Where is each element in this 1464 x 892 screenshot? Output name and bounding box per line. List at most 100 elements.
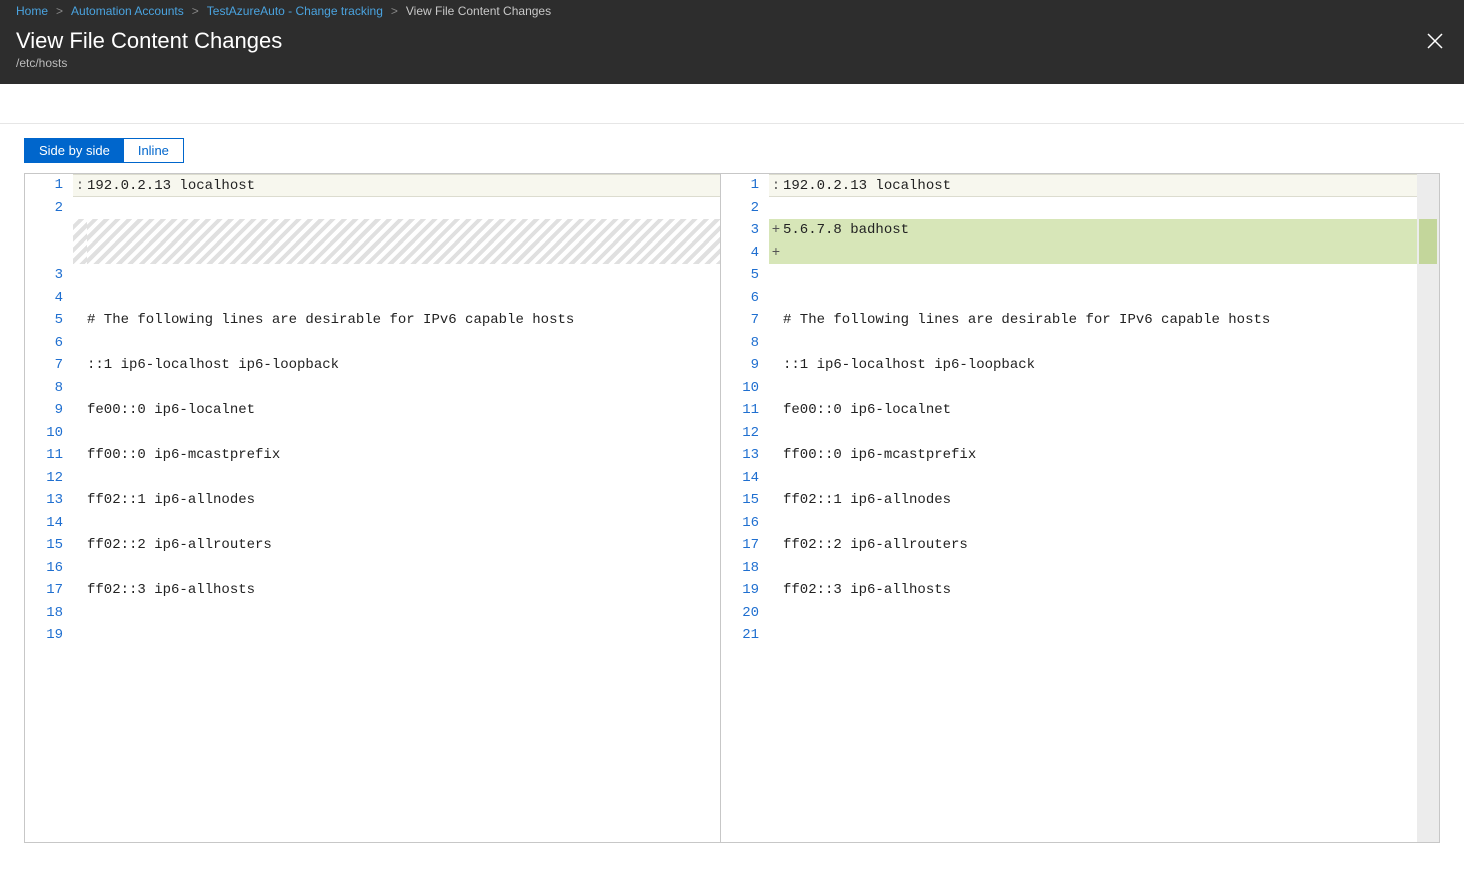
breadcrumb-link-automation[interactable]: Automation Accounts	[71, 4, 184, 18]
diff-row-right: 6	[721, 287, 1417, 310]
diff-row-left: 17ff02::3 ip6-allhosts	[25, 579, 720, 602]
line-number	[25, 242, 73, 265]
diff-row-left: 18	[25, 602, 720, 625]
diff-row-left: 12	[25, 467, 720, 490]
diff-marker: +	[769, 219, 783, 242]
line-number: 1	[25, 174, 73, 197]
diff-marker	[769, 512, 783, 535]
diff-row-right: 14	[721, 467, 1417, 490]
diff-marker: +	[769, 242, 783, 265]
code-text	[783, 197, 1417, 220]
code-text	[783, 557, 1417, 580]
line-number: 5	[25, 309, 73, 332]
diff-row-left: 7::1 ip6-localhost ip6-loopback	[25, 354, 720, 377]
page-title: View File Content Changes	[16, 28, 282, 54]
toggle-inline[interactable]: Inline	[124, 139, 183, 162]
code-text: 192.0.2.13 localhost	[87, 174, 720, 197]
line-number: 7	[721, 309, 769, 332]
line-number: 4	[25, 287, 73, 310]
line-number: 7	[25, 354, 73, 377]
title-bar: View File Content Changes /etc/hosts	[0, 22, 1464, 84]
line-number	[25, 219, 73, 242]
diff-row-left	[25, 242, 720, 265]
line-number: 18	[721, 557, 769, 580]
diff-marker	[769, 354, 783, 377]
code-text: ff00::0 ip6-mcastprefix	[783, 444, 1417, 467]
code-text: ff02::1 ip6-allnodes	[87, 489, 720, 512]
diff-row-left: 13 ff02::1 ip6-allnodes	[25, 489, 720, 512]
line-number: 11	[721, 399, 769, 422]
diff-marker	[769, 489, 783, 512]
close-icon[interactable]	[1422, 28, 1448, 58]
line-number: 12	[721, 422, 769, 445]
diff-marker	[73, 624, 87, 647]
diff-marker	[73, 264, 87, 287]
line-number: 16	[721, 512, 769, 535]
diff-row-right: 11fe00::0 ip6-localnet	[721, 399, 1417, 422]
code-text: ff02::3 ip6-allhosts	[87, 579, 720, 602]
diff-marker	[73, 287, 87, 310]
code-text	[783, 624, 1417, 647]
line-number: 6	[25, 332, 73, 355]
diff-row-right: 17ff02::2 ip6-allrouters	[721, 534, 1417, 557]
breadcrumb-sep: >	[391, 4, 398, 18]
code-text	[87, 197, 720, 220]
code-text: ff02::3 ip6-allhosts	[783, 579, 1417, 602]
diff-row-left: 5# The following lines are desirable for…	[25, 309, 720, 332]
diff-marker	[73, 489, 87, 512]
diff-row-left: 2	[25, 197, 720, 220]
diff-marker	[769, 264, 783, 287]
diff-row-right: 5	[721, 264, 1417, 287]
diff-row-right: 9::1 ip6-localhost ip6-loopback	[721, 354, 1417, 377]
code-text	[783, 467, 1417, 490]
diff-marker	[73, 444, 87, 467]
diff-marker	[769, 624, 783, 647]
diff-row-right: 1:192.0.2.13 localhost	[721, 174, 1417, 197]
line-number: 13	[25, 489, 73, 512]
diff-row-right: 12	[721, 422, 1417, 445]
diff-marker	[769, 557, 783, 580]
line-number: 21	[721, 624, 769, 647]
diff-row-right: 10	[721, 377, 1417, 400]
diff-marker	[73, 602, 87, 625]
code-text: ff00::0 ip6-mcastprefix	[87, 444, 720, 467]
breadcrumb-link-home[interactable]: Home	[16, 4, 48, 18]
code-text	[783, 242, 1417, 265]
diff-marker	[769, 377, 783, 400]
diff-marker	[769, 422, 783, 445]
diff-row-right: 15ff02::1 ip6-allnodes	[721, 489, 1417, 512]
line-number: 8	[721, 332, 769, 355]
line-number: 20	[721, 602, 769, 625]
line-number: 6	[721, 287, 769, 310]
diff-marker	[769, 309, 783, 332]
diff-marker	[769, 444, 783, 467]
diff-marker	[73, 219, 87, 242]
diff-pane-right[interactable]: 1:192.0.2.13 localhost23+5.6.7.8 badhost…	[721, 174, 1417, 842]
diff-marker	[73, 534, 87, 557]
code-text	[87, 467, 720, 490]
diff-row-left: 14	[25, 512, 720, 535]
breadcrumb-link-changetracking[interactable]: TestAzureAuto - Change tracking	[207, 4, 383, 18]
diff-row-left	[25, 219, 720, 242]
view-toggle: Side by side Inline	[24, 138, 184, 163]
code-text: ::1 ip6-localhost ip6-loopback	[783, 354, 1417, 377]
line-number: 14	[721, 467, 769, 490]
code-text: fe00::0 ip6-localnet	[87, 399, 720, 422]
diff-row-right: 20	[721, 602, 1417, 625]
code-text	[783, 422, 1417, 445]
diff-marker	[73, 579, 87, 602]
diff-row-right: 4+	[721, 242, 1417, 265]
code-text	[87, 557, 720, 580]
diff-pane-left[interactable]: 1:192.0.2.13 localhost2345# The followin…	[25, 174, 721, 842]
code-text	[783, 602, 1417, 625]
diff-marker	[73, 467, 87, 490]
diff-marker	[73, 512, 87, 535]
diff-marker	[73, 242, 87, 265]
code-text	[783, 287, 1417, 310]
diff-row-left: 6	[25, 332, 720, 355]
breadcrumb: Home > Automation Accounts > TestAzureAu…	[0, 0, 1464, 22]
overview-ruler[interactable]	[1417, 174, 1439, 842]
line-number: 2	[25, 197, 73, 220]
code-text	[87, 377, 720, 400]
toggle-side-by-side[interactable]: Side by side	[25, 139, 124, 162]
